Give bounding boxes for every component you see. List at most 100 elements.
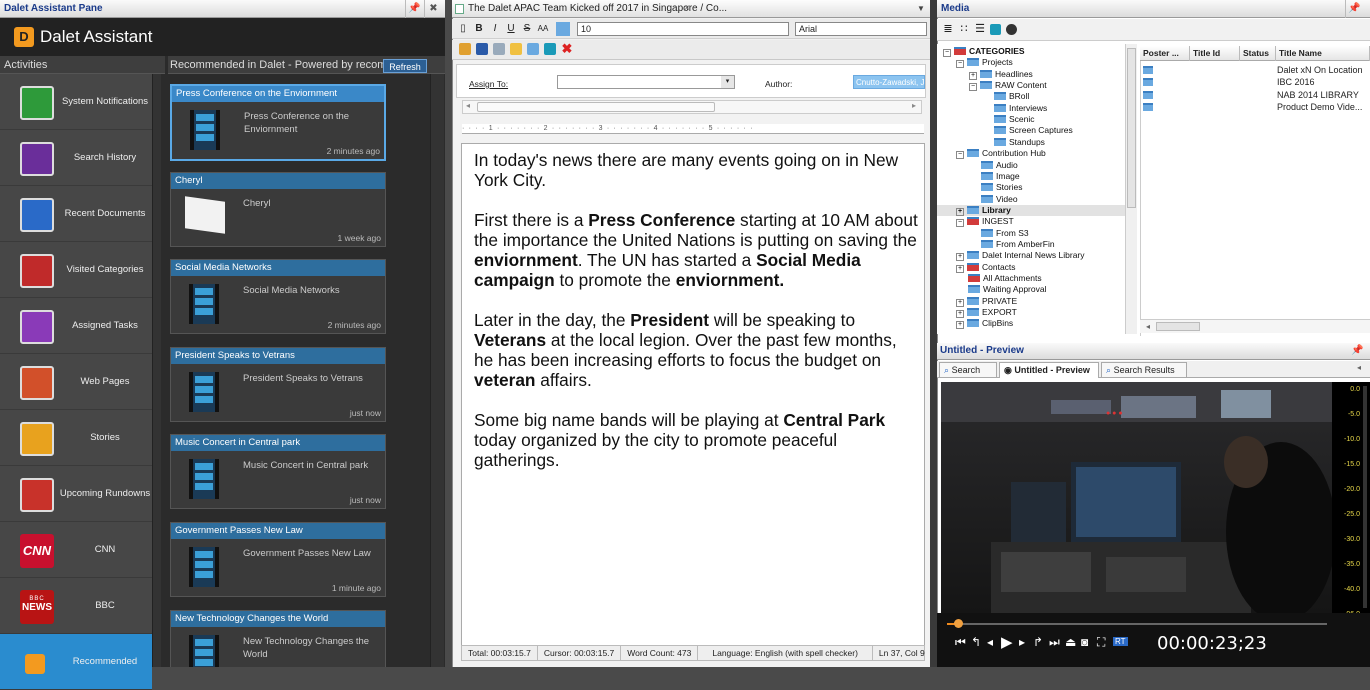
scroll-right-icon[interactable]: ▸ (912, 101, 916, 110)
activity-item[interactable]: Upcoming Rundowns (0, 466, 152, 522)
tree-node[interactable]: All Attachments (956, 273, 1042, 284)
rt-toggle[interactable]: RT (1113, 637, 1128, 646)
tree-node[interactable]: Screen Captures (982, 125, 1073, 136)
timeline-playhead[interactable] (954, 619, 963, 628)
strikethrough-button[interactable]: S (520, 22, 534, 36)
tree-node[interactable]: Standups (982, 137, 1045, 148)
tree-node[interactable]: + Dalet Internal News Library (956, 250, 1085, 262)
tree-node[interactable]: Image (969, 171, 1020, 182)
eject-icon[interactable]: ⏏ (1065, 635, 1076, 649)
go-to-start-icon[interactable]: ⏮ (955, 635, 966, 650)
close-icon[interactable]: ✖ (424, 0, 442, 18)
close-tab-icon[interactable]: × (684, 0, 690, 18)
tab-menu-icon[interactable]: ▼ (917, 0, 925, 18)
expand-toggle-icon[interactable]: + (969, 71, 977, 80)
expand-toggle-icon[interactable]: + (956, 321, 964, 330)
highlight-button[interactable] (556, 22, 570, 36)
expand-toggle-icon[interactable]: − (969, 83, 977, 92)
tree-node[interactable]: − Contribution Hub (956, 148, 1046, 160)
activity-item[interactable]: Recent Documents (0, 186, 152, 242)
tab-story-document[interactable]: The Dalet APAC Team Kicked off 2017 in S… (452, 0, 930, 18)
tree-node[interactable]: − RAW Content (969, 80, 1047, 92)
font-family-field[interactable]: Arial (795, 22, 927, 36)
tab-search-results[interactable]: ⌕ Search Results (1101, 362, 1187, 378)
recommended-card[interactable]: President Speaks to Vetrans President Spe… (170, 346, 386, 422)
scroll-left-icon[interactable]: ◂ (1146, 322, 1150, 331)
step-forward-icon[interactable]: ↱ (1033, 635, 1043, 649)
recommended-scrollbar[interactable] (430, 74, 444, 667)
media-filter-icon[interactable] (990, 24, 1001, 35)
save-icon[interactable] (476, 43, 488, 55)
open-icon[interactable] (459, 43, 471, 55)
go-to-end-icon[interactable]: ⏭ (1049, 635, 1060, 650)
tree-node[interactable]: + Contacts (956, 262, 1016, 273)
scroll-thumb[interactable] (1156, 322, 1200, 331)
tree-node[interactable]: Scenic (982, 114, 1035, 125)
activity-item[interactable]: Visited Categories (0, 242, 152, 298)
pin-icon[interactable]: 📌 (1345, 0, 1363, 18)
activity-item[interactable]: BBC NEWS BBC (0, 578, 152, 634)
tree-node[interactable]: Interviews (982, 103, 1047, 114)
table-row[interactable]: Dalet xN On Location (1140, 64, 1370, 76)
frame-forward-icon[interactable]: ▸ (1019, 635, 1025, 649)
activity-item[interactable]: Recommended (0, 634, 152, 690)
italic-button[interactable]: I (488, 22, 502, 36)
media-icon[interactable] (544, 43, 556, 55)
tree-node[interactable]: + Headlines (969, 69, 1033, 80)
pin-icon[interactable]: 📌 (1351, 343, 1363, 359)
tree-node[interactable]: From AmberFin (969, 239, 1055, 250)
recommended-card[interactable]: Music Concert in Central park Music Conce… (170, 434, 386, 510)
preview-icon[interactable] (493, 43, 505, 55)
underline-button[interactable]: U (504, 22, 518, 36)
tree-node[interactable]: − INGEST (956, 216, 1014, 228)
timeline-track[interactable] (947, 623, 1327, 625)
scroll-thumb[interactable] (477, 102, 715, 112)
recommended-card[interactable]: Social Media Networks Social Media Networ… (170, 259, 386, 335)
expand-toggle-icon[interactable]: + (956, 298, 964, 307)
table-row[interactable]: Product Demo Vide... (1140, 101, 1370, 113)
tree-scrollbar[interactable] (1125, 44, 1137, 334)
video-player[interactable]: ● ● ● (941, 382, 1332, 613)
column-title-id[interactable]: Title Id (1190, 46, 1240, 61)
tab-search[interactable]: ⌕ Search (939, 362, 997, 378)
column-title-name[interactable]: Title Name (1276, 46, 1370, 61)
paragraph-icon[interactable]: ▯ (456, 22, 470, 36)
expand-toggle-icon[interactable]: − (956, 151, 964, 160)
recommended-card[interactable]: Cheryl Cheryl 1 week ago (170, 171, 386, 247)
assign-to-select[interactable] (557, 75, 735, 89)
list-view-icon[interactable]: ≣ (941, 22, 955, 36)
tree-node[interactable]: Video (969, 194, 1018, 205)
tree-node[interactable]: Stories (969, 182, 1022, 193)
activity-item[interactable]: CNN CNN (0, 522, 152, 578)
tree-node[interactable]: − CATEGORIES (943, 46, 1025, 57)
step-back-icon[interactable]: ↰ (971, 635, 981, 649)
folder-icon[interactable] (510, 43, 522, 55)
chevron-down-icon[interactable]: ▾ (721, 76, 734, 88)
refresh-button[interactable]: Refresh (383, 59, 427, 73)
fullscreen-icon[interactable]: ⛶ (1097, 635, 1105, 650)
dalet-drive-icon[interactable] (1006, 24, 1017, 35)
recommended-card[interactable]: New Technology Changes the World New Tech… (170, 609, 386, 667)
activity-item[interactable]: Web Pages (0, 354, 152, 410)
tree-node[interactable]: + EXPORT (956, 307, 1017, 319)
grid-view-icon[interactable]: ∷ (957, 22, 971, 36)
bold-button[interactable]: B (472, 22, 486, 36)
expand-toggle-icon[interactable]: + (956, 253, 964, 262)
recommended-card[interactable]: Press Conference on the Enviornment Press… (170, 84, 386, 161)
table-row[interactable]: NAB 2014 LIBRARY (1140, 89, 1370, 101)
pin-icon[interactable]: 📌 (405, 0, 423, 18)
activity-item[interactable]: Search History (0, 130, 152, 186)
tree-node[interactable]: Waiting Approval (956, 284, 1046, 295)
image-icon[interactable] (527, 43, 539, 55)
story-text[interactable]: In today's news there are many events go… (474, 150, 920, 490)
activity-item[interactable]: System Notifications (0, 74, 152, 130)
expand-toggle-icon[interactable]: + (956, 264, 964, 273)
activity-item[interactable]: Assigned Tasks (0, 298, 152, 354)
tab-untitled-preview[interactable]: ◉ Untitled - Preview (999, 362, 1099, 378)
form-horizontal-scrollbar[interactable]: ◂ ▸ (462, 100, 922, 114)
expand-toggle-icon[interactable]: − (956, 219, 964, 228)
frame-back-icon[interactable]: ◂ (987, 635, 993, 649)
tree-node[interactable]: + Library (937, 204, 1125, 216)
expand-toggle-icon[interactable]: + (956, 310, 964, 319)
column-poster[interactable]: Poster ... (1140, 46, 1190, 61)
